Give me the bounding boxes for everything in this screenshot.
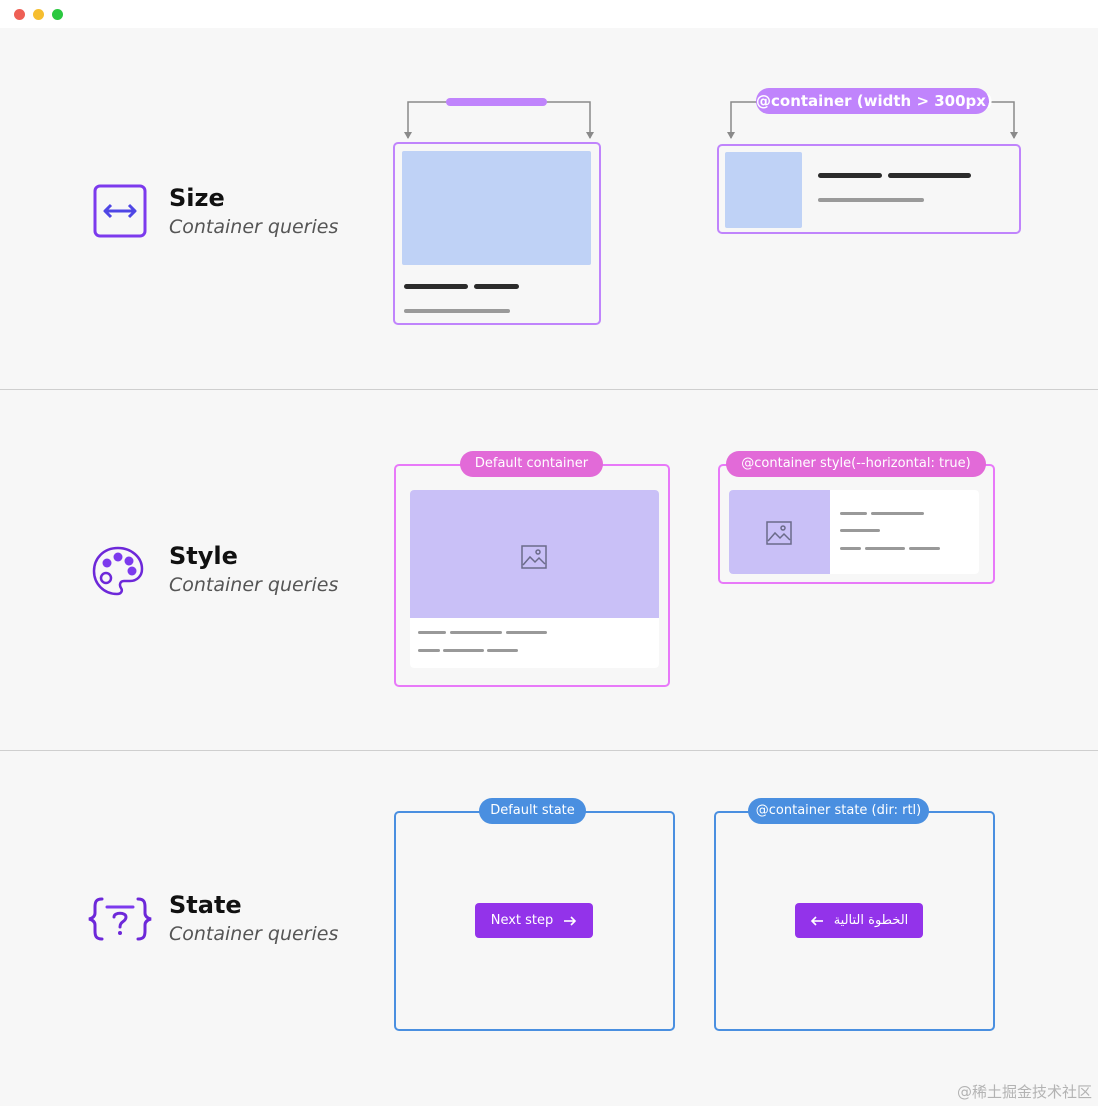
curly-braces-question-icon [88, 897, 152, 941]
card [729, 490, 979, 574]
arrow-left-icon [810, 915, 823, 926]
arrow-right-icon [564, 915, 577, 926]
text-line [404, 284, 468, 289]
maximize-window-dot[interactable] [52, 9, 63, 20]
width-bracket [404, 98, 594, 139]
text-line [888, 173, 971, 178]
minimize-window-dot[interactable] [33, 9, 44, 20]
text-line [865, 547, 905, 550]
style-subtitle: Container queries [169, 574, 339, 596]
text-line [506, 631, 547, 634]
palette-icon [92, 546, 144, 596]
next-step-rtl-button[interactable]: الخطوة التالية [795, 903, 923, 938]
next-step-label: Next step [490, 913, 554, 928]
size-query-pill: @container (width > 300px) [756, 88, 993, 114]
text-line [418, 649, 440, 652]
style-section: Style Container queries Default containe… [0, 390, 1098, 750]
watermark: @稀土掘金技术社区 [956, 1083, 1092, 1101]
text-line [404, 309, 510, 313]
resize-arrows-icon [93, 184, 147, 238]
next-step-button[interactable]: Next step [475, 903, 593, 938]
default-style-container [394, 464, 670, 687]
image-icon [766, 521, 792, 545]
size-section: Size Container queries @container (width… [0, 28, 1098, 389]
style-title: Style [169, 542, 238, 570]
narrow-container-card [393, 142, 601, 325]
close-window-dot[interactable] [14, 9, 25, 20]
card-image-placeholder [402, 151, 591, 265]
text-line [840, 512, 867, 515]
horizontal-style-container [718, 464, 995, 584]
next-step-rtl-label: الخطوة التالية [833, 913, 909, 928]
state-section: State Container queries Default state Ne… [0, 751, 1098, 1106]
text-line [418, 631, 446, 634]
wide-container-card [717, 144, 1021, 234]
card-image-placeholder [725, 152, 802, 228]
card-image-placeholder [410, 490, 659, 618]
size-title: Size [169, 184, 225, 212]
text-line [450, 631, 502, 634]
default-state-pill: Default state [479, 798, 586, 824]
card-image-placeholder [729, 490, 830, 574]
text-line [871, 512, 924, 515]
text-line [840, 529, 880, 532]
text-line [474, 284, 519, 289]
size-subtitle: Container queries [169, 216, 339, 238]
text-line [840, 547, 861, 550]
text-line [443, 649, 484, 652]
text-line [818, 198, 924, 202]
card [410, 490, 659, 668]
image-icon [521, 545, 547, 569]
text-line [909, 547, 940, 550]
window-titlebar [0, 0, 1098, 28]
default-container-pill: Default container [460, 451, 603, 477]
horizontal-style-query-pill: @container style(--horizontal: true) [726, 451, 986, 477]
text-line [487, 649, 518, 652]
rtl-state-query-pill: @container state (dir: rtl) [748, 798, 929, 824]
state-title: State [169, 891, 242, 919]
text-line [818, 173, 882, 178]
state-subtitle: Container queries [169, 923, 339, 945]
